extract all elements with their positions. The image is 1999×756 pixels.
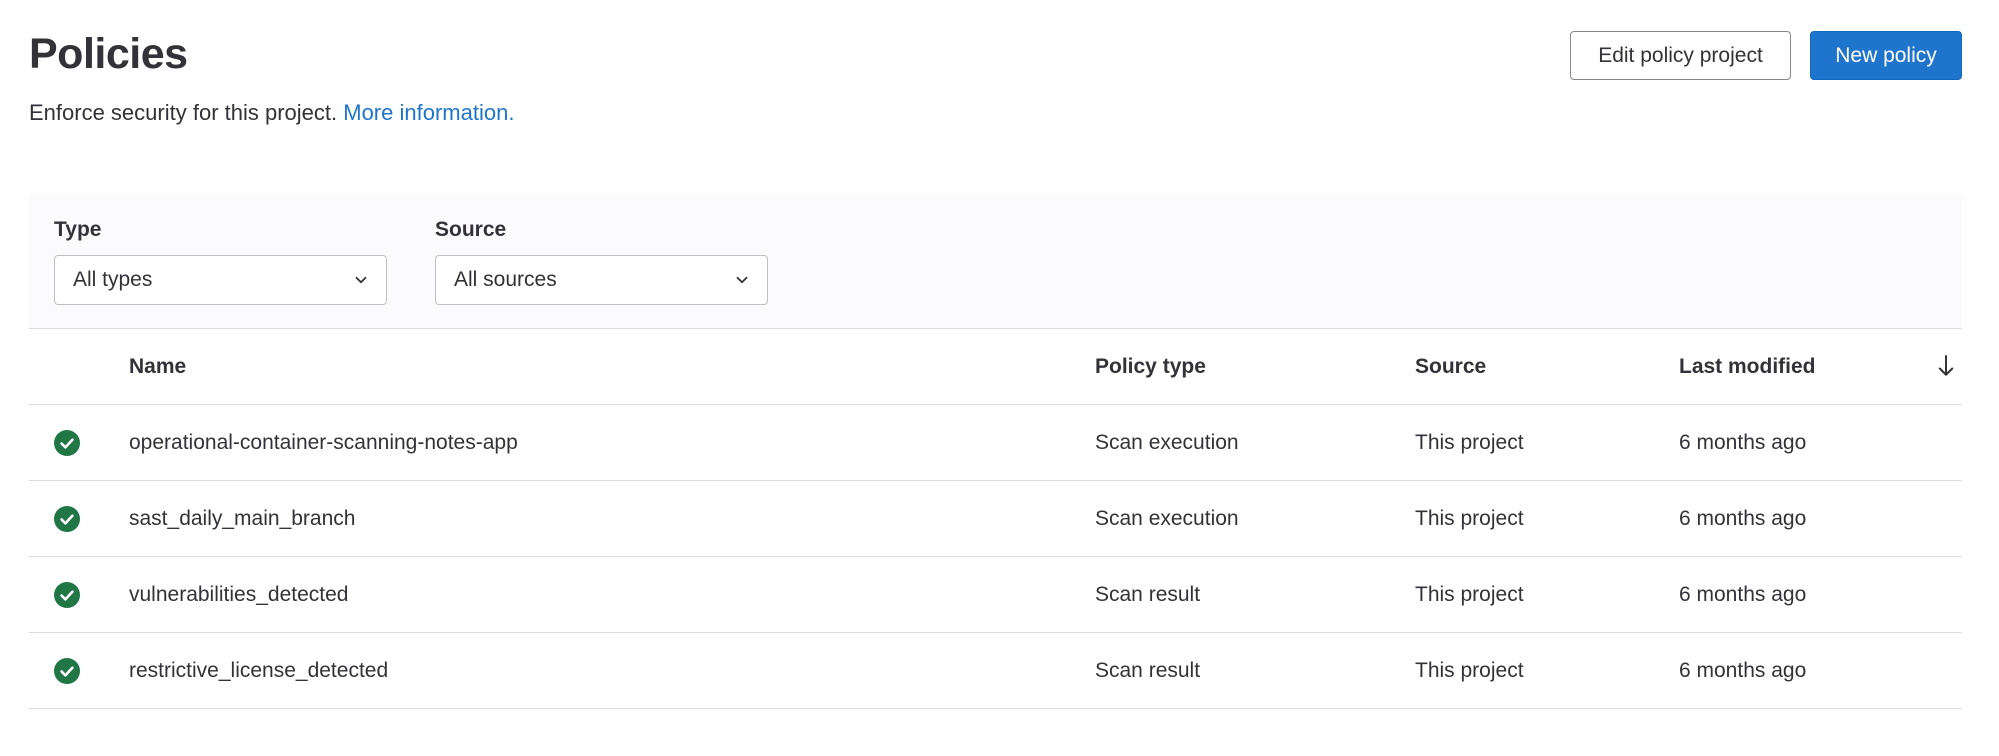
policy-type: Scan result (1095, 659, 1201, 682)
policy-type: Scan result (1095, 583, 1201, 606)
check-circle-filled-icon (54, 582, 80, 608)
policy-type: Scan execution (1095, 431, 1239, 454)
policy-source: This project (1415, 659, 1524, 682)
policy-name[interactable]: restrictive_license_detected (129, 659, 388, 683)
policy-source: This project (1415, 583, 1524, 606)
source-filter-dropdown[interactable]: All sources (435, 255, 768, 305)
column-header-name[interactable]: Name (129, 355, 186, 379)
policy-type: Scan execution (1095, 507, 1239, 530)
column-header-policy-type[interactable]: Policy type (1095, 355, 1206, 379)
source-filter-label: Source (435, 218, 507, 241)
table-row[interactable]: operational-container-scanning-notes-app… (29, 405, 1962, 481)
policy-source: This project (1415, 431, 1524, 454)
check-circle-filled-icon (54, 658, 80, 684)
edit-policy-project-button[interactable]: Edit policy project (1570, 31, 1791, 80)
type-filter-dropdown[interactable]: All types (54, 255, 387, 305)
table-row[interactable]: sast_daily_main_branch Scan execution Th… (29, 481, 1962, 557)
policy-last-modified: 6 months ago (1679, 583, 1807, 606)
type-filter-value: All types (73, 268, 153, 291)
page-description: Enforce security for this project. More … (29, 100, 514, 126)
filters-bar: Type All types Source All sources (29, 194, 1962, 329)
policy-source: This project (1415, 507, 1524, 530)
chevron-down-icon (736, 276, 748, 284)
column-header-last-modified[interactable]: Last modified (1679, 355, 1816, 379)
source-filter-value: All sources (454, 268, 557, 291)
arrow-down-icon[interactable] (1936, 353, 1956, 379)
new-policy-button[interactable]: New policy (1810, 31, 1962, 80)
policies-table: Name Policy type Source Last modified op… (29, 329, 1962, 709)
policy-name[interactable]: vulnerabilities_detected (129, 583, 348, 607)
type-filter-label: Type (54, 218, 102, 241)
more-information-link[interactable]: More information. (343, 100, 514, 125)
table-row[interactable]: vulnerabilities_detected Scan result Thi… (29, 557, 1962, 633)
policy-last-modified: 6 months ago (1679, 659, 1807, 682)
policy-last-modified: 6 months ago (1679, 431, 1807, 454)
policy-name[interactable]: operational-container-scanning-notes-app (129, 431, 518, 455)
description-text: Enforce security for this project. (29, 100, 338, 125)
check-circle-filled-icon (54, 430, 80, 456)
policy-name[interactable]: sast_daily_main_branch (129, 507, 355, 531)
table-row[interactable]: restrictive_license_detected Scan result… (29, 633, 1962, 709)
page-title: Policies (29, 30, 188, 78)
column-header-source[interactable]: Source (1415, 355, 1486, 379)
table-header: Name Policy type Source Last modified (29, 329, 1962, 405)
chevron-down-icon (355, 276, 367, 284)
check-circle-filled-icon (54, 506, 80, 532)
policy-last-modified: 6 months ago (1679, 507, 1807, 530)
